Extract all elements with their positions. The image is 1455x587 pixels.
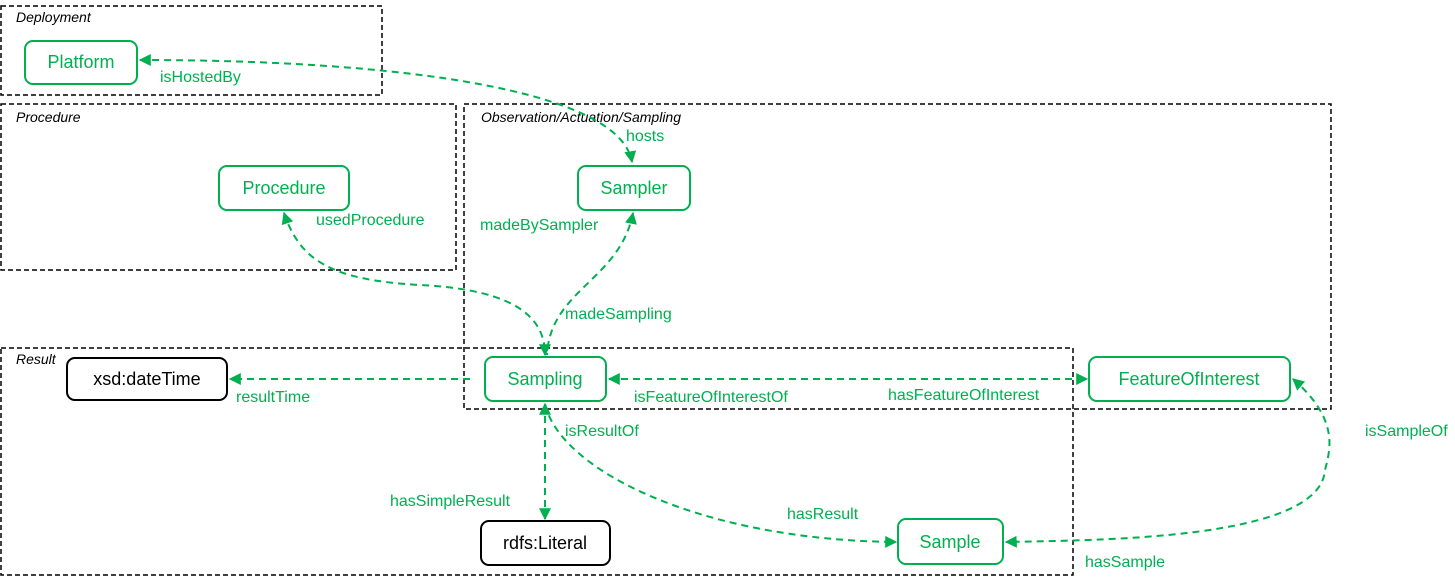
node-sampler[interactable]: Sampler: [577, 165, 691, 211]
label-resultTime: resultTime: [236, 389, 310, 406]
node-label-sampling: Sampling: [507, 369, 582, 389]
node-sampling[interactable]: Sampling: [484, 356, 607, 402]
group-label-observation: Observation/Actuation/Sampling: [481, 109, 681, 125]
node-label-feature-of-interest: FeatureOfInterest: [1118, 369, 1259, 389]
node-label-platform: Platform: [47, 52, 114, 72]
label-isResultOf: isResultOf: [565, 423, 639, 440]
group-label-result: Result: [16, 351, 57, 367]
node-literal[interactable]: rdfs:Literal: [480, 520, 611, 566]
node-label-sample: Sample: [919, 532, 980, 552]
label-madeBySampler: madeBySampler: [480, 217, 599, 234]
node-procedure[interactable]: Procedure: [218, 165, 350, 211]
node-label-literal: rdfs:Literal: [503, 533, 587, 553]
label-isFeatureOfInterestOf: isFeatureOfInterestOf: [634, 389, 788, 406]
node-datetime[interactable]: xsd:dateTime: [66, 357, 228, 401]
edge-usedProcedure: [281, 211, 551, 357]
label-usedProcedure: usedProcedure: [316, 212, 425, 229]
group-label-procedure: Procedure: [16, 109, 81, 125]
label-hosts: hosts: [626, 128, 664, 145]
label-hasResult: hasResult: [787, 506, 859, 523]
label-isSampleOf: isSampleOf: [1365, 423, 1448, 440]
label-hasSample: hasSample: [1085, 554, 1165, 571]
node-feature-of-interest[interactable]: FeatureOfInterest: [1088, 356, 1291, 402]
node-platform[interactable]: Platform: [24, 40, 138, 85]
node-label-procedure: Procedure: [242, 178, 325, 198]
node-label-sampler: Sampler: [600, 178, 667, 198]
label-isHostedBy: isHostedBy: [160, 69, 241, 86]
edge-isSampleOf: [1004, 378, 1331, 548]
label-madeSampling: madeSampling: [565, 306, 672, 323]
node-sample[interactable]: Sample: [897, 518, 1004, 565]
edge-madeSampling: [546, 211, 637, 356]
group-label-deployment: Deployment: [16, 9, 92, 25]
label-hasSimpleResult: hasSimpleResult: [390, 493, 511, 510]
label-hasFeatureOfInterest: hasFeatureOfInterest: [888, 387, 1040, 404]
node-label-datetime: xsd:dateTime: [93, 369, 200, 389]
diagram: Deployment Procedure Observation/Actuati…: [0, 5, 1448, 576]
